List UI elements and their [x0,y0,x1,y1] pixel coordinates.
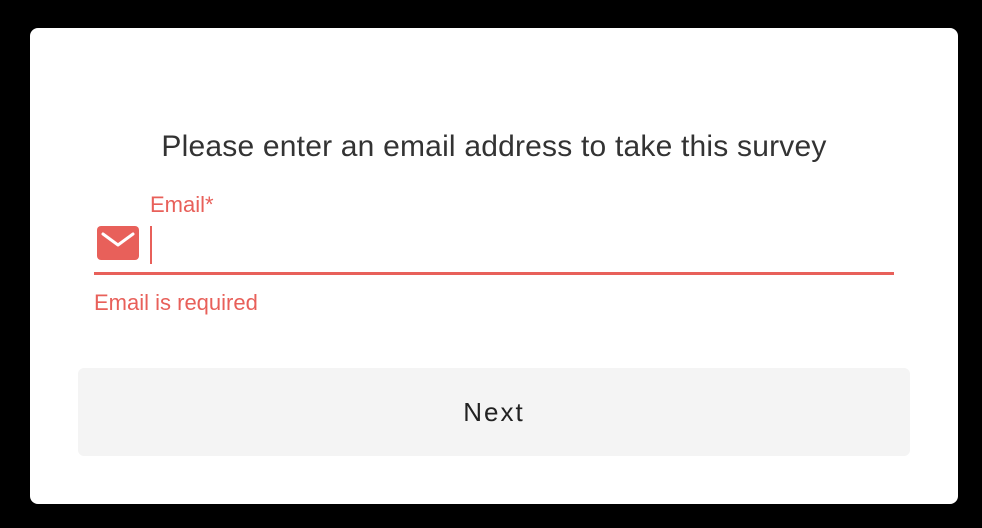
email-field-group: Email* [94,188,894,278]
email-field-underline [94,272,894,275]
envelope-icon [97,226,139,260]
next-button[interactable]: Next [78,368,910,456]
dialog-prompt: Please enter an email address to take th… [161,130,827,163]
email-field-label: Email* [150,192,214,217]
email-field[interactable] [150,224,890,264]
survey-email-dialog: Please enter an email address to take th… [30,28,958,504]
text-cursor [150,226,152,264]
email-error-message: Email is required [94,290,258,315]
